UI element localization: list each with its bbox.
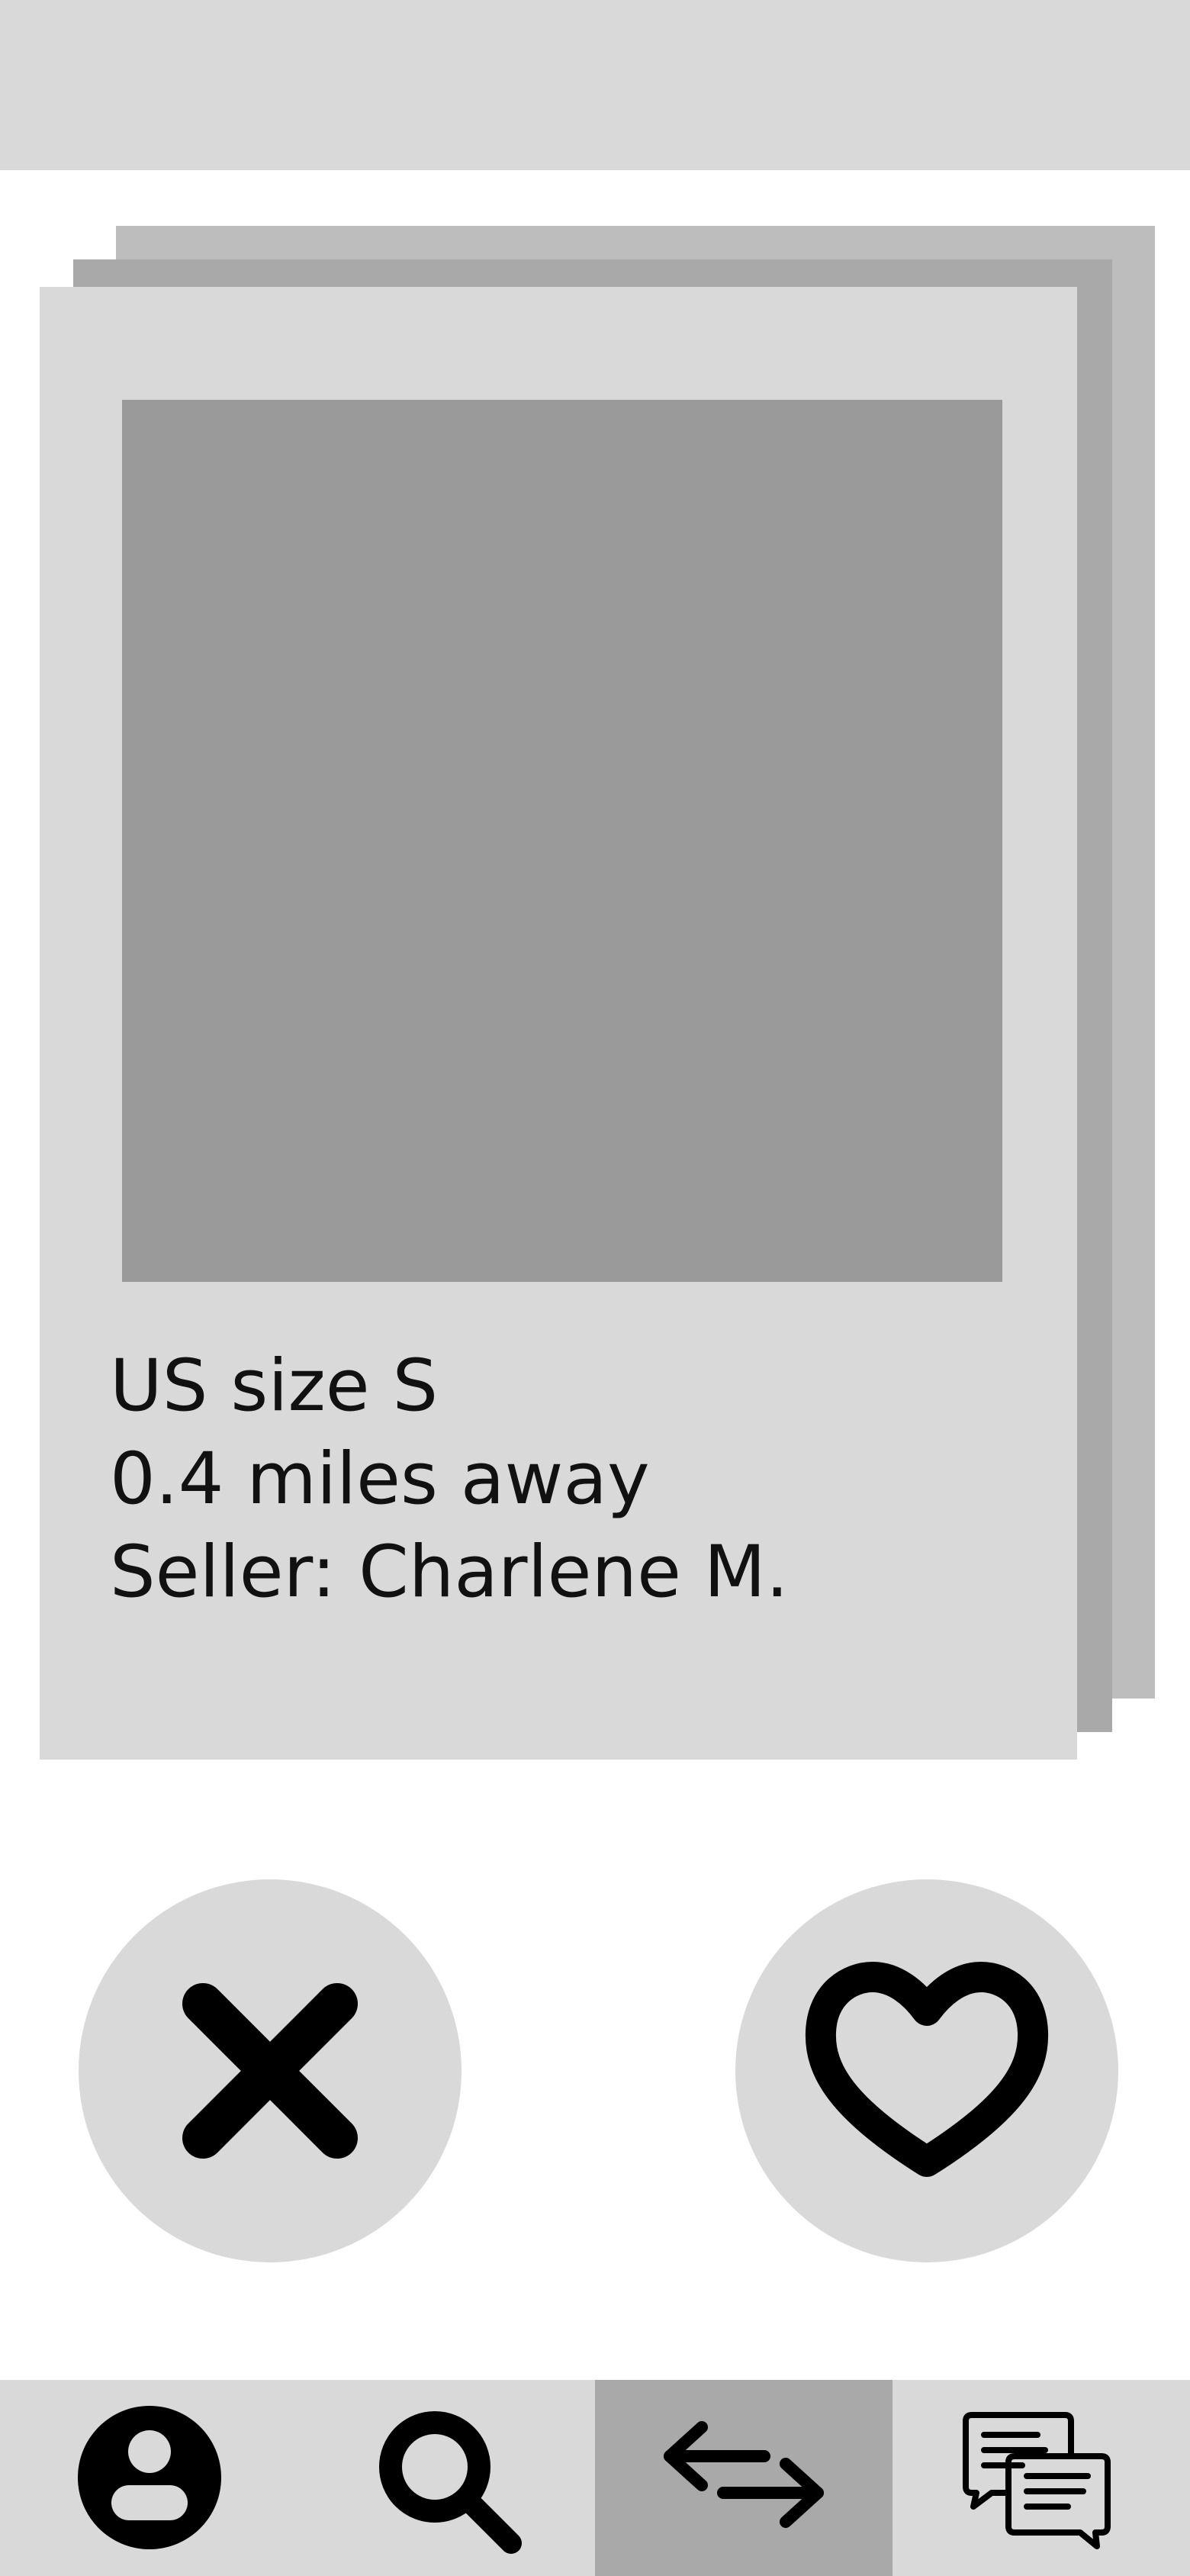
close-icon xyxy=(182,1983,358,2159)
listing-size: US size S xyxy=(110,1344,439,1428)
listing-card[interactable]: US size S 0.4 miles away Seller: Charlen… xyxy=(40,287,1077,1760)
dislike-button[interactable] xyxy=(79,1879,462,2262)
profile-icon xyxy=(78,2406,221,2549)
swap-arrows-icon xyxy=(664,2421,824,2528)
nav-search[interactable] xyxy=(298,2380,595,2576)
like-button[interactable] xyxy=(735,1879,1118,2262)
listing-photo xyxy=(122,400,1002,1282)
listing-distance: 0.4 miles away xyxy=(110,1438,650,1521)
chat-bubbles-icon xyxy=(963,2412,1111,2549)
top-bar xyxy=(0,0,1190,170)
nav-swap[interactable] xyxy=(595,2380,892,2576)
bottom-navigation xyxy=(0,2380,1190,2576)
nav-messages[interactable] xyxy=(892,2380,1190,2576)
nav-profile[interactable] xyxy=(0,2380,298,2576)
listing-seller: Seller: Charlene M. xyxy=(110,1531,789,1614)
listing-details: US size S 0.4 miles away Seller: Charlen… xyxy=(110,1340,789,1619)
search-icon xyxy=(379,2411,522,2554)
heart-icon xyxy=(805,1962,1049,2177)
